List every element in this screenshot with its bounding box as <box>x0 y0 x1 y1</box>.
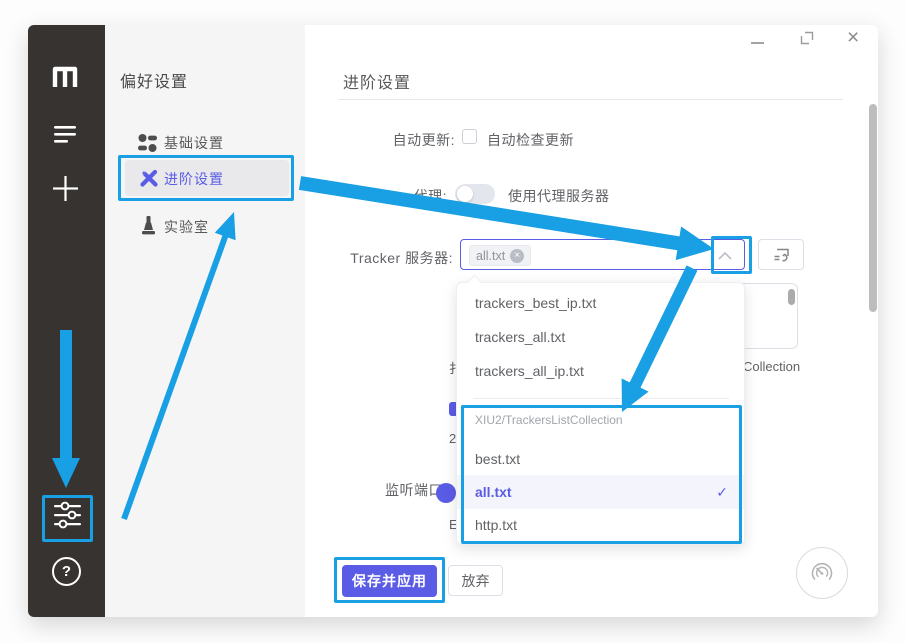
dropdown-divider <box>473 398 729 399</box>
sync-tracker-button[interactable] <box>758 239 804 270</box>
tools-icon <box>139 168 159 188</box>
auto-check-update-text: 自动检查更新 <box>487 130 574 150</box>
nav-item-label: 进阶设置 <box>164 169 224 189</box>
add-task-icon[interactable] <box>53 176 78 201</box>
title-divider <box>338 99 843 100</box>
auto-check-update-checkbox[interactable] <box>462 129 477 144</box>
lab-icon <box>141 216 156 236</box>
main-scrollbar-thumb[interactable] <box>869 104 877 312</box>
nav-item-advanced-settings[interactable]: 进阶设置 <box>125 160 289 196</box>
tracker-tag: all.txt × <box>469 245 531 266</box>
speedometer-icon <box>807 558 837 588</box>
auto-update-label: 自动更新: <box>352 130 455 150</box>
screenshot-root: ? 偏好设置 基础设置 进阶设置 实验室 × <box>0 0 906 643</box>
dropdown-item[interactable]: trackers_best_ip.txt <box>457 286 744 320</box>
nav-item-label: 基础设置 <box>164 133 224 153</box>
check-icon: ✓ <box>716 475 728 509</box>
dropdown-item[interactable]: http.txt <box>457 508 744 542</box>
chevron-up-icon[interactable] <box>718 252 732 260</box>
preferences-title: 偏好设置 <box>120 68 188 92</box>
dropdown-item-selected[interactable]: all.txt ✓ <box>457 475 744 509</box>
discard-button[interactable]: 放弃 <box>448 565 503 596</box>
textarea-scrollbar-thumb[interactable] <box>788 289 795 305</box>
proxy-toggle[interactable] <box>455 184 495 204</box>
toggle-knob <box>457 186 473 202</box>
toggles-icon <box>138 134 157 152</box>
help-icon[interactable]: ? <box>52 557 81 586</box>
dropdown-group-label: XIU2/TrackersListCollection <box>475 413 623 427</box>
proxy-text: 使用代理服务器 <box>508 186 610 206</box>
save-and-apply-button[interactable]: 保存并应用 <box>342 565 437 597</box>
listen-port-label: 监听端口 <box>385 480 443 500</box>
close-button[interactable]: × <box>847 26 859 50</box>
tag-close-icon[interactable]: × <box>510 249 524 263</box>
motrix-logo <box>50 64 80 90</box>
preferences-nav <box>105 25 305 617</box>
minimize-button[interactable] <box>751 42 764 44</box>
sync-icon <box>773 247 790 263</box>
proxy-label: 代理: <box>352 186 447 206</box>
dropdown-item[interactable]: trackers_all_ip.txt <box>457 354 744 388</box>
nav-item-label: 实验室 <box>164 217 209 237</box>
preferences-icon[interactable] <box>52 501 83 530</box>
tracker-dropdown: trackers_best_ip.txt trackers_all.txt tr… <box>456 282 745 545</box>
nav-item-basic-settings[interactable]: 基础设置 <box>125 124 289 160</box>
task-list-icon[interactable] <box>54 126 76 143</box>
tracker-select-input[interactable]: all.txt × <box>460 239 745 270</box>
help-text-fragment: Collection <box>743 359 800 374</box>
page-title: 进阶设置 <box>343 69 411 93</box>
dropdown-item-label: all.txt <box>475 484 512 500</box>
dropdown-item[interactable]: trackers_all.txt <box>457 320 744 354</box>
maximize-button[interactable] <box>800 31 814 45</box>
dropdown-item[interactable]: best.txt <box>457 442 744 476</box>
nav-item-lab[interactable]: 实验室 <box>125 208 289 244</box>
speed-limit-button[interactable] <box>796 547 848 599</box>
tracker-tag-text: all.txt <box>476 249 505 263</box>
tracker-server-label: Tracker 服务器: <box>318 248 453 268</box>
obscured-toggle-fragment <box>436 483 456 503</box>
